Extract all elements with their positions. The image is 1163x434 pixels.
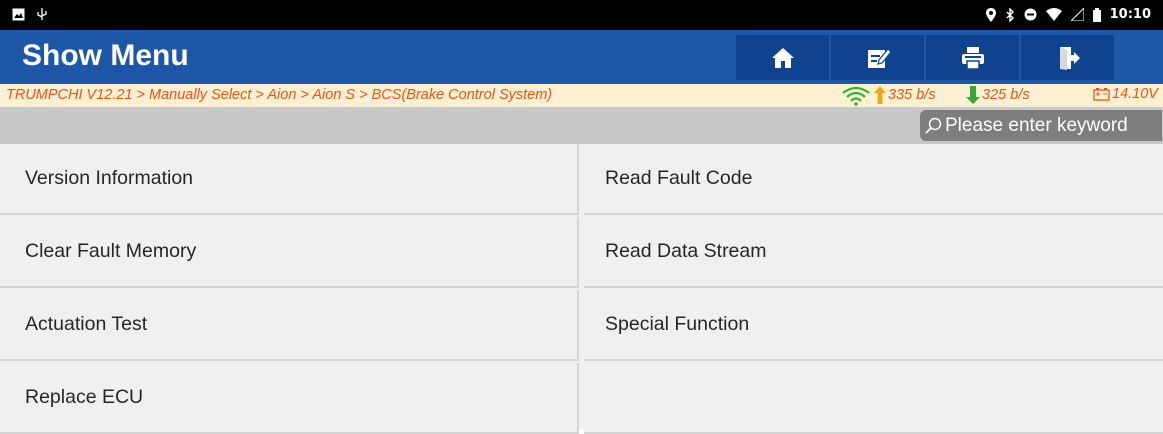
edit-icon [867,47,891,68]
battery-voltage: 14.10V [1093,86,1158,102]
menu-item-clear-fault-memory[interactable]: Clear Fault Memory [0,217,579,288]
app-header: Show Menu [0,30,1163,84]
print-icon [961,46,984,70]
bluetooth-icon [1006,7,1014,22]
edit-button[interactable] [831,35,924,80]
breadcrumb: TRUMPCHI V12.21 > Manually Select > Aion… [6,87,553,103]
upload-rate-text: 335 b/s [888,87,936,103]
home-button[interactable] [736,35,829,80]
wifi-icon [842,86,870,106]
status-left [12,7,49,21]
search-icon [925,117,942,134]
upload-rate: 335 b/s [874,86,936,104]
page-title: Show Menu [22,39,189,72]
car-battery-icon [1093,88,1110,101]
menu-item-empty [584,363,1163,434]
wifi-status-icon [1045,8,1062,21]
signal-icon [1070,8,1084,21]
menu-item-actuation-test[interactable]: Actuation Test [0,290,579,361]
exit-icon [1059,46,1080,70]
exit-button[interactable] [1021,35,1114,80]
gallery-notification-icon [12,8,25,20]
menu-item-read-data-stream[interactable]: Read Data Stream [584,217,1163,288]
menu-item-label: Read Fault Code [605,167,753,189]
menu-item-read-fault-code[interactable]: Read Fault Code [584,144,1163,215]
search-bar: Please enter keyword [0,107,1163,144]
menu-item-label: Replace ECU [25,386,144,408]
battery-icon [1092,7,1101,22]
menu-item-label: Read Data Stream [605,240,767,262]
menu-grid: Version Information Read Fault Code Clea… [0,144,1163,434]
search-placeholder: Please enter keyword [945,114,1128,136]
upload-arrow-icon [874,86,886,104]
download-rate: 325 b/s [966,86,1030,104]
home-icon [771,47,794,68]
status-time: 10:10 [1109,7,1151,22]
menu-item-version-information[interactable]: Version Information [0,144,579,215]
print-button[interactable] [926,35,1019,80]
search-input[interactable]: Please enter keyword [920,110,1162,141]
status-bar: 10:10 [0,0,1163,30]
status-right: 10:10 [985,7,1151,22]
usb-debug-icon [37,8,47,20]
battery-voltage-text: 14.10V [1112,86,1158,102]
menu-item-special-function[interactable]: Special Function [584,290,1163,361]
menu-item-replace-ecu[interactable]: Replace ECU [0,363,579,434]
menu-item-label: Actuation Test [25,313,148,335]
menu-item-label: Clear Fault Memory [25,240,197,262]
menu-item-label: Special Function [605,313,750,335]
menu-item-label: Version Information [25,167,194,189]
download-rate-text: 325 b/s [982,87,1030,103]
download-arrow-icon [966,86,980,104]
location-icon [985,7,996,22]
breadcrumb-bar: TRUMPCHI V12.21 > Manually Select > Aion… [0,84,1163,107]
do-not-disturb-icon [1024,8,1037,21]
